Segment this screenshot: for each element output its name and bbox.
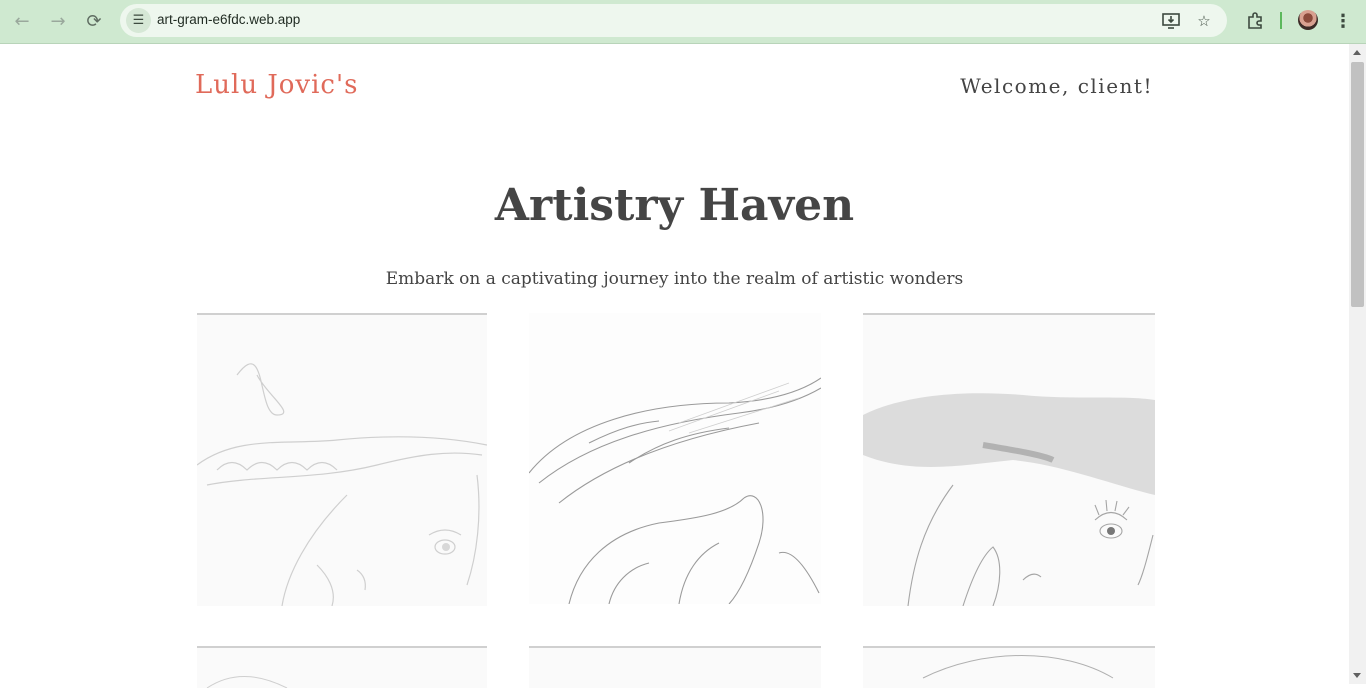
page-title: Artistry Haven bbox=[494, 180, 855, 231]
more-menu-icon[interactable]: ⋮ bbox=[1333, 8, 1353, 34]
gallery-item[interactable] bbox=[529, 646, 821, 688]
page-subtitle: Embark on a captivating journey into the… bbox=[385, 269, 964, 289]
forward-arrow-icon[interactable]: → bbox=[43, 6, 73, 36]
sketch-image bbox=[529, 377, 821, 604]
sketch-image bbox=[863, 393, 1155, 606]
scroll-thumb[interactable] bbox=[1351, 62, 1364, 307]
gallery-item[interactable] bbox=[863, 646, 1155, 688]
sketch-image bbox=[197, 363, 487, 606]
address-bar[interactable]: ☰ art-gram-e6fdc.web.app ☆ bbox=[120, 4, 1227, 37]
welcome-message: Welcome, client! bbox=[960, 74, 1153, 98]
sketch-image bbox=[529, 648, 821, 688]
site-info-icon[interactable]: ☰ bbox=[126, 8, 151, 33]
profile-avatar[interactable] bbox=[1298, 10, 1318, 30]
extensions-icon[interactable] bbox=[1242, 8, 1268, 34]
back-arrow-icon[interactable]: ← bbox=[7, 6, 37, 36]
gallery-item[interactable] bbox=[863, 313, 1155, 606]
page-scrollbar[interactable] bbox=[1349, 44, 1366, 684]
reload-icon[interactable]: ⟳ bbox=[79, 6, 109, 36]
url-text[interactable]: art-gram-e6fdc.web.app bbox=[157, 12, 300, 27]
sketch-image bbox=[206, 675, 288, 688]
gallery-item[interactable] bbox=[197, 646, 487, 688]
bookmark-star-icon[interactable]: ☆ bbox=[1193, 10, 1215, 32]
gallery-item[interactable] bbox=[197, 313, 487, 606]
sketch-image bbox=[922, 655, 1114, 679]
scroll-up-arrow-icon[interactable] bbox=[1353, 50, 1361, 55]
toolbar-separator bbox=[1280, 12, 1282, 29]
install-app-icon[interactable] bbox=[1160, 10, 1182, 32]
brand-logo-text[interactable]: Lulu Jovic's bbox=[195, 70, 358, 100]
gallery-item[interactable] bbox=[529, 313, 821, 604]
browser-toolbar: ← → ⟳ ☰ art-gram-e6fdc.web.app ☆ ⋮ bbox=[0, 0, 1366, 44]
scroll-down-arrow-icon[interactable] bbox=[1353, 673, 1361, 678]
